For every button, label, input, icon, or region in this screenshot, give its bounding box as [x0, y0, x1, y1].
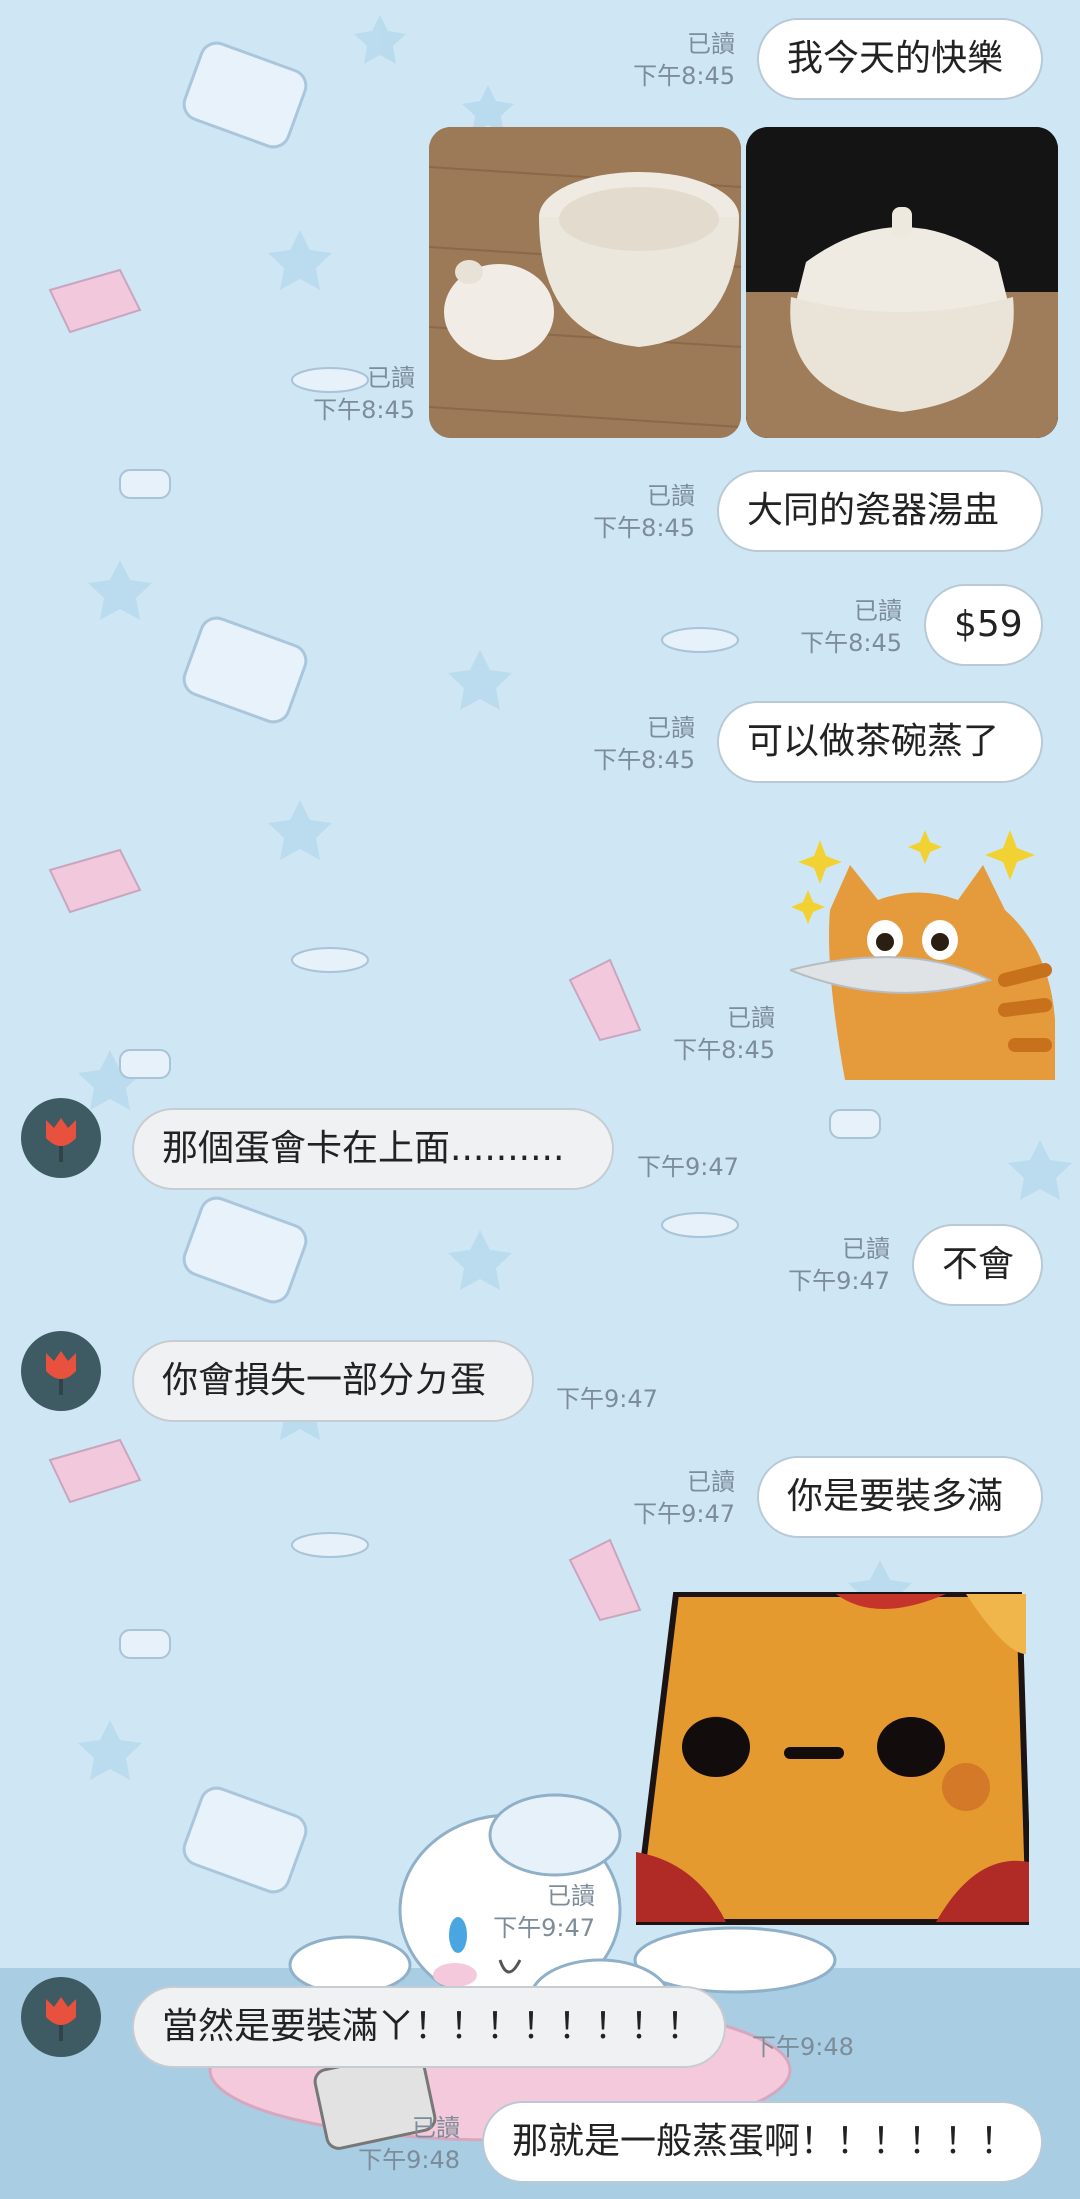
message-time: 下午9:47: [556, 1385, 658, 1413]
message-bubble[interactable]: 那個蛋會卡在上面..........: [132, 1108, 614, 1190]
message-bubble[interactable]: 你會損失一部分ㄉ蛋: [132, 1340, 534, 1422]
message-time: 下午9:47: [637, 1153, 739, 1181]
contact-avatar[interactable]: [21, 1331, 101, 1411]
bread-face-sticker[interactable]: [632, 1591, 1033, 1932]
read-receipt: 已讀 下午9:47: [493, 1882, 595, 1942]
tulip-icon: [46, 1997, 76, 2041]
read-receipt: 已讀 下午8:45: [673, 1004, 775, 1064]
message-bubble[interactable]: 可以做茶碗蒸了: [717, 701, 1043, 783]
cat-with-fish-sticker[interactable]: [786, 820, 1060, 1080]
read-receipt: 已讀 下午8:45: [313, 364, 415, 424]
message-bubble[interactable]: $59: [924, 584, 1043, 666]
message-bubble[interactable]: 我今天的快樂: [757, 18, 1043, 100]
read-receipt: 已讀 下午8:45: [593, 482, 695, 542]
message-bubble[interactable]: 不會: [912, 1224, 1043, 1306]
message-time: 下午9:48: [752, 2033, 854, 2061]
read-receipt: 已讀 下午8:45: [633, 30, 735, 90]
message-bubble[interactable]: 那就是一般蒸蛋啊！！！！！！: [482, 2101, 1043, 2183]
read-receipt: 已讀 下午9:48: [358, 2114, 460, 2174]
message-bubble[interactable]: 你是要裝多滿: [757, 1456, 1043, 1538]
read-receipt: 已讀 下午8:45: [800, 597, 902, 657]
tulip-icon: [46, 1351, 76, 1395]
message-bubble[interactable]: 當然是要裝滿ㄚ！！！！！！！！: [132, 1986, 726, 2068]
read-receipt: 已讀 下午9:47: [633, 1468, 735, 1528]
tulip-icon: [46, 1118, 76, 1162]
contact-avatar[interactable]: [21, 1098, 101, 1178]
read-receipt: 已讀 下午8:45: [593, 714, 695, 774]
contact-avatar[interactable]: [21, 1977, 101, 2057]
bowl-lid-open-photo[interactable]: [429, 127, 741, 438]
message-bubble[interactable]: 大同的瓷器湯盅: [717, 470, 1043, 552]
bowl-lid-closed-photo[interactable]: [746, 127, 1058, 438]
read-receipt: 已讀 下午9:47: [788, 1235, 890, 1295]
